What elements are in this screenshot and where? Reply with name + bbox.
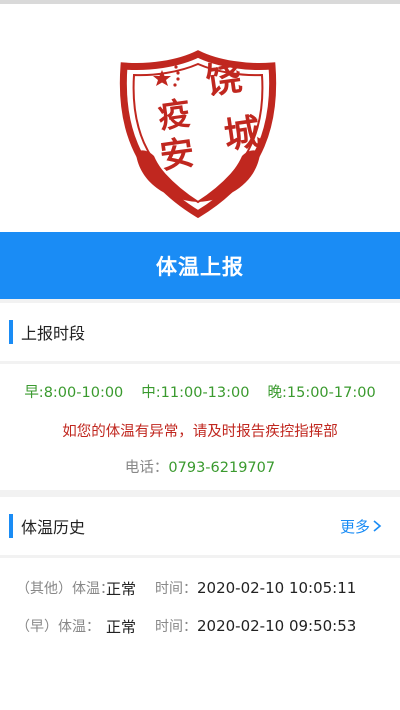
more-label: 更多 bbox=[339, 517, 370, 536]
svg-text:疫: 疫 bbox=[156, 94, 193, 136]
phone-label: 电话： bbox=[124, 460, 169, 476]
time-slot-morning: 早:8:00-10:00 bbox=[24, 385, 124, 401]
period-section-title: 上报时段 bbox=[21, 324, 86, 343]
section-accent-bar bbox=[9, 320, 13, 344]
phone-line: 电话：0793-6219707 bbox=[0, 456, 400, 477]
warning-text: 如您的体温有异常，请及时报告疾控指挥部 bbox=[62, 424, 338, 440]
history-row: （早）体温： 正常 时间： 2020-02-10 09:50:53 bbox=[0, 611, 400, 641]
record-time-label: 时间： bbox=[155, 581, 197, 597]
shield-logo-icon: 饶 城 疫 安 bbox=[119, 50, 277, 218]
time-slot-evening: 晚:15:00-17:00 bbox=[267, 385, 376, 401]
section-accent-bar bbox=[9, 514, 13, 538]
logo-banner: 饶 城 疫 安 bbox=[0, 4, 400, 232]
svg-text:饶: 饶 bbox=[203, 56, 245, 103]
history-section-title: 体温历史 bbox=[21, 518, 86, 537]
period-info-card: 早:8:00-10:00 中:11:00-13:00 晚:15:00-17:00… bbox=[0, 364, 400, 490]
record-period-label: （早）体温： bbox=[16, 619, 100, 635]
record-status: 正常 bbox=[106, 579, 137, 598]
phone-number-link[interactable]: 0793-6219707 bbox=[168, 460, 275, 476]
history-list: （其他）体温： 正常 时间： 2020-02-10 10:05:11 （早）体温… bbox=[0, 558, 400, 710]
svg-text:城: 城 bbox=[222, 111, 264, 158]
more-link[interactable]: 更多 bbox=[340, 516, 382, 537]
chevron-right-icon bbox=[373, 520, 382, 532]
record-time: 2020-02-10 09:50:53 bbox=[197, 617, 357, 635]
record-period-label: （其他）体温： bbox=[16, 581, 114, 597]
time-slot-noon: 中:11:00-13:00 bbox=[141, 385, 250, 401]
period-section-header: 上报时段 bbox=[0, 303, 400, 361]
record-status: 正常 bbox=[106, 617, 137, 636]
record-time-label: 时间： bbox=[155, 619, 197, 635]
report-temperature-button[interactable]: 体温上报 bbox=[0, 232, 400, 299]
svg-text:安: 安 bbox=[158, 133, 197, 177]
history-row: （其他）体温： 正常 时间： 2020-02-10 10:05:11 bbox=[0, 573, 400, 603]
history-section-header: 体温历史 更多 bbox=[0, 497, 400, 555]
record-time: 2020-02-10 10:05:11 bbox=[197, 579, 357, 597]
time-slots: 早:8:00-10:00 中:11:00-13:00 晚:15:00-17:00 bbox=[0, 381, 400, 402]
